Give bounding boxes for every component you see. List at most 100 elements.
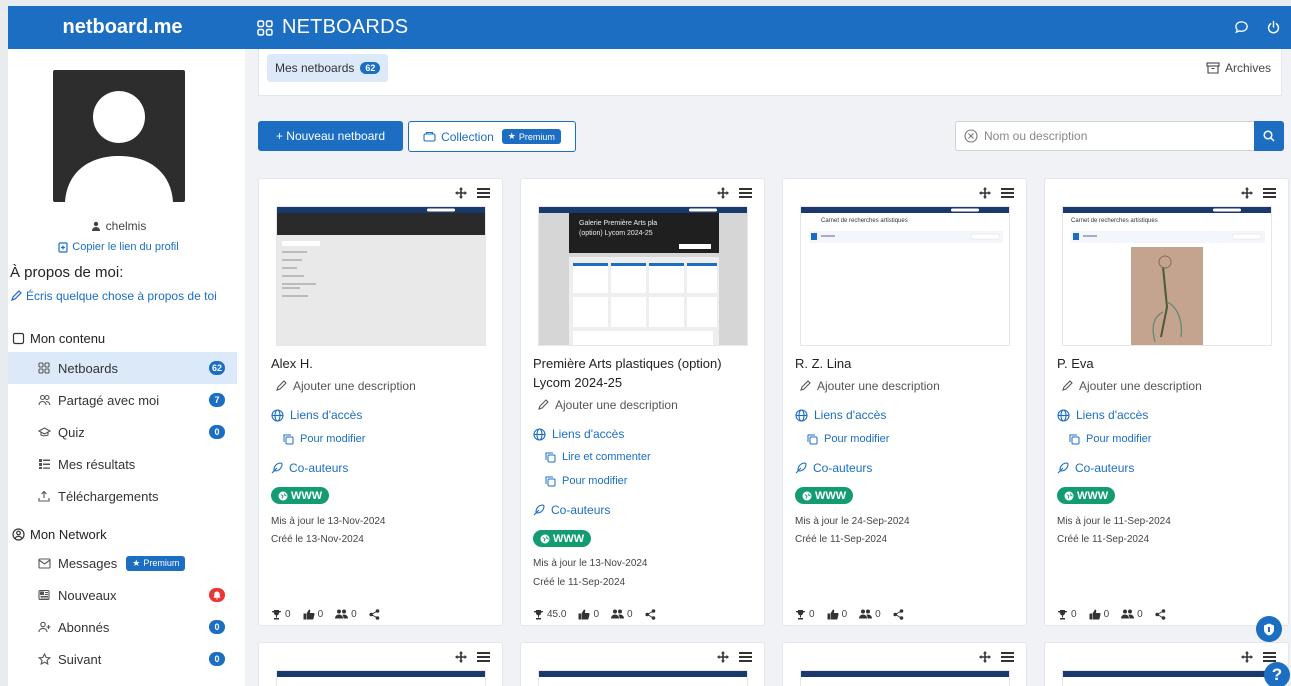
add-description[interactable]: Ajouter une description (799, 379, 940, 393)
netboard-card[interactable]: Alex H. Ajouter une description Liens d'… (258, 178, 503, 626)
privacy-shield-button[interactable] (1256, 616, 1282, 642)
access-links[interactable]: Liens d'accès (795, 408, 886, 422)
users-icon[interactable] (1121, 609, 1135, 620)
card-title[interactable]: P. Eva (1057, 354, 1282, 373)
netboard-card[interactable] (1044, 642, 1289, 686)
sidebar-item-messages[interactable]: Messages ★ Premium (8, 547, 237, 579)
move-icon[interactable] (1241, 651, 1253, 663)
followers-count: 0 (209, 620, 225, 634)
add-description[interactable]: Ajouter une description (1061, 379, 1202, 393)
netboard-thumbnail[interactable]: Carnet de recherches artistiques (800, 206, 1010, 346)
sidebar-item-results[interactable]: Mes résultats (8, 448, 237, 480)
new-netboard-button[interactable]: + Nouveau netboard (258, 121, 403, 151)
netboard-thumbnail[interactable] (276, 206, 486, 346)
move-icon[interactable] (1241, 187, 1253, 199)
help-button[interactable]: ? (1264, 662, 1290, 686)
share-icon[interactable] (369, 609, 380, 620)
coauthors[interactable]: Co-auteurs (795, 461, 872, 475)
users-icon[interactable] (859, 609, 873, 620)
coauthors[interactable]: Co-auteurs (271, 461, 348, 475)
sidebar-item-shared[interactable]: Partagé avec moi 7 (8, 384, 237, 416)
card-title[interactable]: Alex H. (271, 354, 496, 373)
netboard-thumbnail[interactable]: Carnet de recherches artistiques (1062, 206, 1272, 346)
move-icon[interactable] (455, 187, 467, 199)
menu-icon[interactable] (477, 187, 490, 199)
pencil-icon (537, 399, 549, 411)
sidebar-item-following[interactable]: Suivant 0 (8, 643, 237, 675)
www-badge[interactable]: WWW (533, 530, 592, 547)
link-edit[interactable]: Pour modifier (283, 433, 365, 445)
share-icon[interactable] (893, 609, 904, 620)
www-badge[interactable]: WWW (795, 487, 854, 504)
clear-icon[interactable] (964, 129, 978, 143)
move-icon[interactable] (717, 651, 729, 663)
app-frame: netboard.me NETBOARDS chelmis Copier le … (8, 6, 1291, 686)
collection-button[interactable]: Collection ★ Premium (408, 121, 576, 152)
coauthors[interactable]: Co-auteurs (1057, 461, 1134, 475)
link-read-comment[interactable]: Lire et commenter (545, 451, 651, 463)
link-edit[interactable]: Pour modifier (545, 475, 627, 487)
netboard-card[interactable]: Carnet de recherches artistiques P. Eva … (1044, 178, 1289, 626)
sidebar-item-netboards[interactable]: Netboards 62 (8, 352, 237, 384)
premium-badge: ★ Premium (501, 129, 561, 144)
premium-badge[interactable]: ★ Premium (126, 555, 186, 571)
archives-link[interactable]: Archives (1206, 61, 1271, 75)
avatar[interactable] (53, 70, 185, 202)
add-description[interactable]: Ajouter une description (537, 398, 678, 412)
move-icon[interactable] (717, 187, 729, 199)
www-badge[interactable]: WWW (271, 487, 330, 504)
sidebar-item-quiz[interactable]: Quiz 0 (8, 416, 237, 448)
menu-icon[interactable] (739, 187, 752, 199)
thumbs-up-icon[interactable] (827, 609, 839, 620)
card-title[interactable]: R. Z. Lina (795, 354, 1020, 373)
menu-icon[interactable] (1263, 187, 1276, 199)
about-edit-link[interactable]: Écris quelque chose à propos de toi (10, 289, 217, 303)
thumbs-up-icon[interactable] (578, 609, 591, 620)
netboard-thumbnail[interactable] (800, 670, 1010, 686)
access-links[interactable]: Liens d'accès (533, 427, 624, 441)
pencil-icon (10, 290, 22, 302)
menu-icon[interactable] (1001, 651, 1014, 663)
netboard-thumbnail[interactable] (276, 670, 486, 686)
netboard-card[interactable] (782, 642, 1027, 686)
thumbs-up-icon[interactable] (303, 609, 315, 620)
sidebar-item-news[interactable]: Nouveaux (8, 579, 237, 611)
menu-icon[interactable] (1001, 187, 1014, 199)
share-icon[interactable] (1155, 609, 1166, 620)
search-button[interactable] (1254, 121, 1284, 151)
users-icon[interactable] (611, 609, 625, 620)
share-icon[interactable] (644, 609, 656, 620)
thumbnail-caption: Carnet de recherches artistiques (821, 218, 908, 224)
users-icon[interactable] (335, 609, 349, 620)
sidebar-item-uploads[interactable]: Téléchargements (8, 480, 237, 512)
move-icon[interactable] (979, 187, 991, 199)
netboard-card[interactable]: Galerie Première Arts pla (option) Lycom… (520, 178, 765, 626)
add-description[interactable]: Ajouter une description (275, 379, 416, 393)
brand-logo[interactable]: netboard.me (8, 6, 237, 49)
menu-icon[interactable] (739, 651, 752, 663)
card-title[interactable]: Première Arts plastiques (option) Lycom … (533, 354, 758, 392)
access-links[interactable]: Liens d'accès (1057, 408, 1148, 422)
thumbs-up-icon[interactable] (1089, 609, 1101, 620)
link-edit[interactable]: Pour modifier (1069, 433, 1151, 445)
move-icon[interactable] (979, 651, 991, 663)
link-edit[interactable]: Pour modifier (807, 433, 889, 445)
netboard-thumbnail[interactable] (1062, 670, 1272, 686)
coauthors[interactable]: Co-auteurs (533, 503, 610, 517)
sidebar-item-followers[interactable]: Abonnés 0 (8, 611, 237, 643)
tab-my-netboards[interactable]: Mes netboards 62 (267, 54, 389, 82)
search-input[interactable] (984, 129, 1244, 143)
user-icon (91, 221, 101, 231)
power-icon[interactable] (1266, 20, 1281, 35)
access-links[interactable]: Liens d'accès (271, 408, 362, 422)
netboard-card[interactable] (520, 642, 765, 686)
netboard-card[interactable]: Carnet de recherches artistiques R. Z. L… (782, 178, 1027, 626)
www-badge[interactable]: WWW (1057, 487, 1116, 504)
move-icon[interactable] (455, 651, 467, 663)
menu-icon[interactable] (477, 651, 490, 663)
netboard-card[interactable] (258, 642, 503, 686)
netboard-thumbnail[interactable] (538, 670, 748, 686)
netboard-thumbnail[interactable]: Galerie Première Arts pla (option) Lycom… (538, 206, 748, 346)
copy-profile-link[interactable]: Copier le lien du profil (8, 241, 229, 253)
chat-icon[interactable] (1234, 20, 1249, 35)
